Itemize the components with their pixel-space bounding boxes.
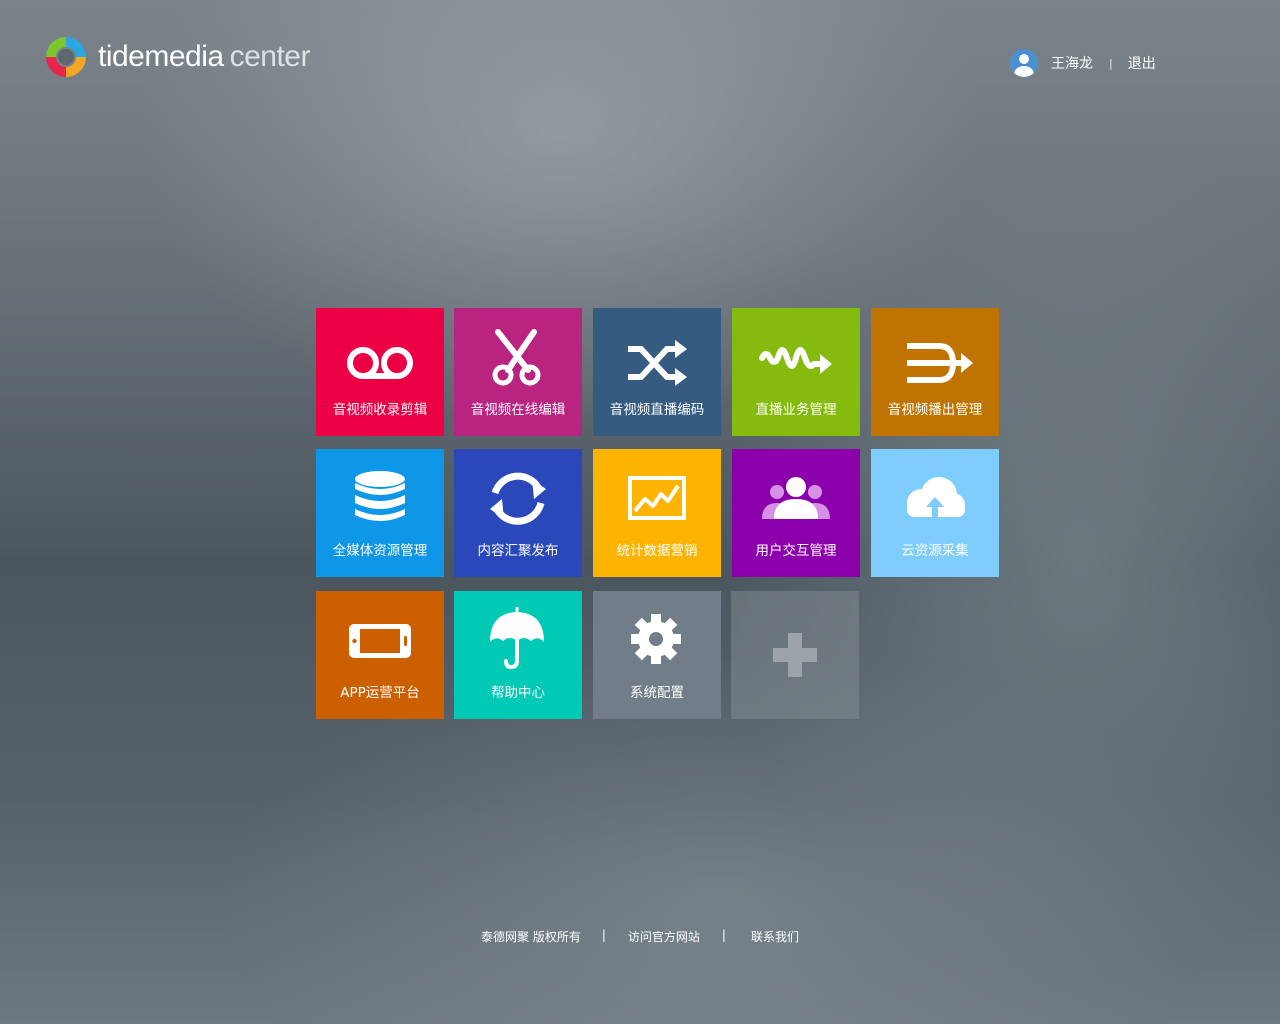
brand-subname: center xyxy=(229,40,311,73)
footer-separator: | xyxy=(721,928,726,942)
tile-label: 音视频收录剪辑 xyxy=(332,402,428,418)
tile-label: 内容汇聚发布 xyxy=(477,543,559,559)
tile-label: 系统配置 xyxy=(630,685,684,701)
user-avatar-icon[interactable] xyxy=(1010,49,1038,77)
user-area: 王海龙 | 退出 xyxy=(1010,48,1156,78)
tile-label: 音视频直播编码 xyxy=(609,402,705,418)
tidemedia-logo-icon xyxy=(46,37,86,77)
tile-statistics[interactable]: 统计数据营销 xyxy=(593,449,721,577)
tile-av-capture-edit[interactable]: 音视频收录剪辑 xyxy=(316,308,444,436)
tile-user-interaction[interactable]: 用户交互管理 xyxy=(732,449,860,577)
brand-name: tidemedia xyxy=(98,40,224,73)
tile-app-operation[interactable]: APP运营平台 xyxy=(316,591,444,719)
footer: 泰德网聚 版权所有 | 访问官方网站 | 联系我们 xyxy=(0,928,1280,946)
tile-label: 全媒体资源管理 xyxy=(332,543,428,559)
tile-av-live-encode[interactable]: 音视频直播编码 xyxy=(593,308,721,436)
tile-label: 云资源采集 xyxy=(901,543,969,559)
tile-help-center[interactable]: 帮助中心 xyxy=(454,591,582,719)
footer-visit-link[interactable]: 访问官方网站 xyxy=(628,928,700,946)
header-separator: | xyxy=(1109,56,1113,70)
tile-label: 用户交互管理 xyxy=(755,543,837,559)
plus-icon xyxy=(731,591,859,719)
tile-label: 音视频在线编辑 xyxy=(470,402,566,418)
footer-contact-link[interactable]: 联系我们 xyxy=(751,928,799,946)
footer-separator: | xyxy=(601,928,606,942)
tile-cloud-collect[interactable]: 云资源采集 xyxy=(871,449,999,577)
tile-label: APP运营平台 xyxy=(340,685,420,701)
tile-system-config[interactable]: 系统配置 xyxy=(593,591,721,719)
tile-av-playout[interactable]: 音视频播出管理 xyxy=(871,308,999,436)
footer-copyright: 泰德网聚 版权所有 xyxy=(481,930,581,944)
tile-add-app[interactable] xyxy=(731,591,859,719)
tile-content-publish[interactable]: 内容汇聚发布 xyxy=(454,449,582,577)
tile-media-resource[interactable]: 全媒体资源管理 xyxy=(316,449,444,577)
user-name[interactable]: 王海龙 xyxy=(1051,53,1093,73)
brand-logo[interactable]: tidemedia center xyxy=(44,34,310,80)
tile-label: 帮助中心 xyxy=(491,685,545,701)
logout-link[interactable]: 退出 xyxy=(1128,53,1156,73)
tile-label: 音视频播出管理 xyxy=(887,402,983,418)
tile-av-online-edit[interactable]: 音视频在线编辑 xyxy=(454,308,582,436)
tile-label: 直播业务管理 xyxy=(755,402,837,418)
tile-label: 统计数据营销 xyxy=(616,543,698,559)
tile-live-business[interactable]: 直播业务管理 xyxy=(732,308,860,436)
